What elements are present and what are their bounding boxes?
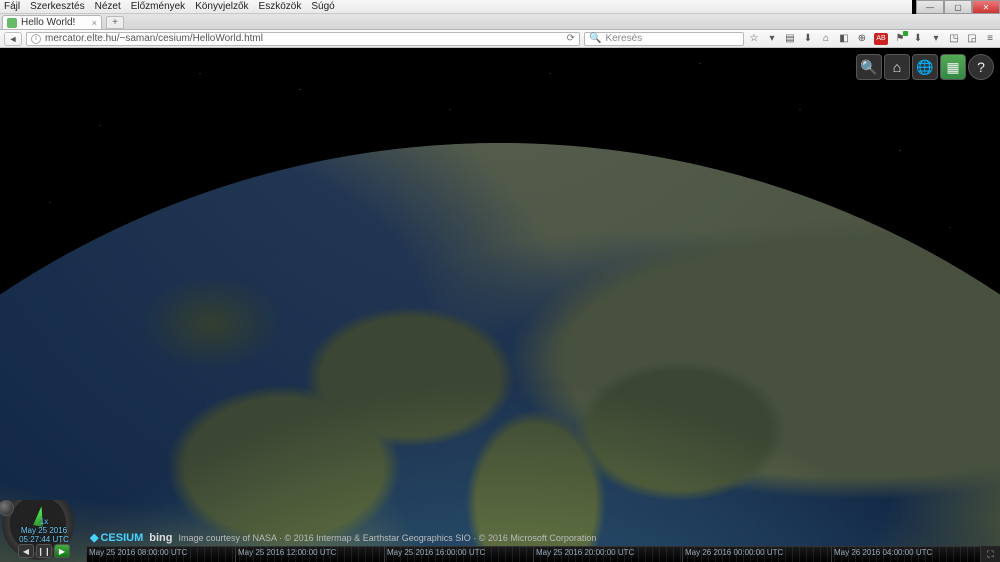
sync-icon[interactable]: ⊕ xyxy=(856,33,868,45)
search-icon: 🔍 xyxy=(589,33,601,44)
timeline-tick: May 25 2016 16:00:00 UTC xyxy=(384,547,533,562)
search-placeholder: Keresés xyxy=(605,33,642,44)
scene-mode-button[interactable]: 🌐 xyxy=(912,54,938,80)
reader-icon[interactable]: ▤ xyxy=(784,33,796,45)
tab-favicon-icon xyxy=(7,18,17,28)
geocoder-search-button[interactable]: 🔍 xyxy=(856,54,882,80)
animation-widget[interactable]: 1x May 25 2016 05:27:44 UTC ◀ ❙❙ ▶ xyxy=(2,500,86,560)
timeline-tick-label: May 26 2016 00:00:00 UTC xyxy=(685,548,783,557)
extension2-icon[interactable]: ◲ xyxy=(966,33,978,45)
animation-time: 05:27:44 UTC xyxy=(14,535,74,544)
menu-view[interactable]: Nézet xyxy=(95,1,121,12)
os-menubar: Fájl Szerkesztés Nézet Előzmények Könyvj… xyxy=(0,0,912,14)
addon-flag-icon[interactable]: ⚑ xyxy=(894,33,906,45)
cesium-toolbar: 🔍 ⌂ 🌐 ▦ ? xyxy=(856,54,994,80)
globe[interactable] xyxy=(0,143,1000,562)
window-close-button[interactable]: ✕ xyxy=(972,0,1000,14)
menu-edit[interactable]: Szerkesztés xyxy=(30,1,84,12)
browser-tab-active[interactable]: Hello World! × xyxy=(2,15,102,29)
pocket-icon[interactable]: ▾ xyxy=(766,33,778,45)
hamburger-menu-icon[interactable]: ≡ xyxy=(984,33,996,45)
timeline-tick: May 25 2016 08:00:00 UTC xyxy=(86,547,235,562)
address-bar[interactable]: i mercator.elte.hu/~saman/cesium/HelloWo… xyxy=(26,32,580,46)
extension1-icon[interactable]: ◳ xyxy=(948,33,960,45)
timeline-tick-label: May 25 2016 08:00:00 UTC xyxy=(89,548,187,557)
timeline-tick: May 25 2016 12:00:00 UTC xyxy=(235,547,384,562)
downloads-icon[interactable]: ⬇ xyxy=(802,33,814,45)
base-layer-picker-button[interactable]: ▦ xyxy=(940,54,966,80)
sidebar-icon[interactable]: ◧ xyxy=(838,33,850,45)
animation-buttons: ◀ ❙❙ ▶ xyxy=(18,544,70,558)
animation-speed: 1x xyxy=(14,517,74,526)
back-button[interactable]: ◄ xyxy=(4,32,22,46)
timeline-tick: May 25 2016 20:00:00 UTC xyxy=(533,547,682,562)
menu-tools[interactable]: Eszközök xyxy=(259,1,302,12)
window-maximize-button[interactable]: ▢ xyxy=(944,0,972,14)
pause-button[interactable]: ❙❙ xyxy=(36,544,52,558)
download-arrow-icon[interactable]: ⬇ xyxy=(912,33,924,45)
timeline-tick-label: May 25 2016 20:00:00 UTC xyxy=(536,548,634,557)
search-icon: 🔍 xyxy=(860,59,877,76)
toolbar-icons: ☆ ▾ ▤ ⬇ ⌂ ◧ ⊕ AB ⚑ ⬇ ▾ ◳ ◲ ≡ xyxy=(748,33,996,45)
overflow-icon[interactable]: ▾ xyxy=(930,33,942,45)
window-minimize-button[interactable]: — xyxy=(916,0,944,14)
fullscreen-icon: ⛶ xyxy=(987,549,993,560)
url-text: mercator.elte.hu/~saman/cesium/HelloWorl… xyxy=(45,33,263,44)
home-icon[interactable]: ⌂ xyxy=(820,33,832,45)
bookmark-star-icon[interactable]: ☆ xyxy=(748,33,760,45)
timeline-tick: May 26 2016 00:00:00 UTC xyxy=(682,547,831,562)
browser-nav-row: ◄ i mercator.elte.hu/~saman/cesium/Hello… xyxy=(0,30,1000,48)
home-view-button[interactable]: ⌂ xyxy=(884,54,910,80)
bing-logo: bing xyxy=(149,532,172,544)
timeline-tick-label: May 25 2016 12:00:00 UTC xyxy=(238,548,336,557)
site-info-icon[interactable]: i xyxy=(31,34,41,44)
home-icon: ⌂ xyxy=(893,59,901,75)
adblock-icon[interactable]: AB xyxy=(874,33,888,45)
imagery-credit-text: Image courtesy of NASA · © 2016 Intermap… xyxy=(178,533,596,543)
timeline-tick-label: May 26 2016 04:00:00 UTC xyxy=(834,548,932,557)
window-controls: — ▢ ✕ xyxy=(916,0,1000,14)
globe-icon: 🌐 xyxy=(916,59,933,76)
help-icon: ? xyxy=(977,59,985,75)
timeline[interactable]: May 25 2016 08:00:00 UTC May 25 2016 12:… xyxy=(86,546,980,562)
cesium-viewer[interactable]: 🔍 ⌂ 🌐 ▦ ? ◆ CESIUM bing Image courtesy o… xyxy=(0,48,1000,562)
search-box[interactable]: 🔍 Keresés xyxy=(584,32,744,46)
nav-help-button[interactable]: ? xyxy=(968,54,994,80)
tab-strip: Hello World! × + xyxy=(0,14,1000,30)
new-tab-button[interactable]: + xyxy=(106,16,124,29)
timeline-tick: May 26 2016 04:00:00 UTC xyxy=(831,547,980,562)
play-forward-button[interactable]: ▶ xyxy=(54,544,70,558)
timeline-tick-label: May 25 2016 16:00:00 UTC xyxy=(387,548,485,557)
play-reverse-button[interactable]: ◀ xyxy=(18,544,34,558)
layers-icon: ▦ xyxy=(946,59,959,76)
menu-history[interactable]: Előzmények xyxy=(131,1,185,12)
cesium-logo-text: CESIUM xyxy=(100,532,143,544)
tab-title: Hello World! xyxy=(21,17,75,28)
menu-file[interactable]: Fájl xyxy=(4,1,20,12)
cesium-credits: ◆ CESIUM bing Image courtesy of NASA · ©… xyxy=(90,531,596,544)
menu-bookmarks[interactable]: Könyvjelzők xyxy=(195,1,248,12)
cesium-logo-icon: ◆ CESIUM xyxy=(90,531,143,544)
tab-close-icon[interactable]: × xyxy=(92,18,97,28)
fullscreen-button[interactable]: ⛶ xyxy=(980,546,1000,562)
animation-readout: 1x May 25 2016 05:27:44 UTC xyxy=(14,517,74,544)
animation-date: May 25 2016 xyxy=(14,526,74,535)
menu-help[interactable]: Súgó xyxy=(311,1,334,12)
reload-icon[interactable]: ⟳ xyxy=(567,33,575,44)
timeline-major-ticks: May 25 2016 08:00:00 UTC May 25 2016 12:… xyxy=(86,547,980,562)
